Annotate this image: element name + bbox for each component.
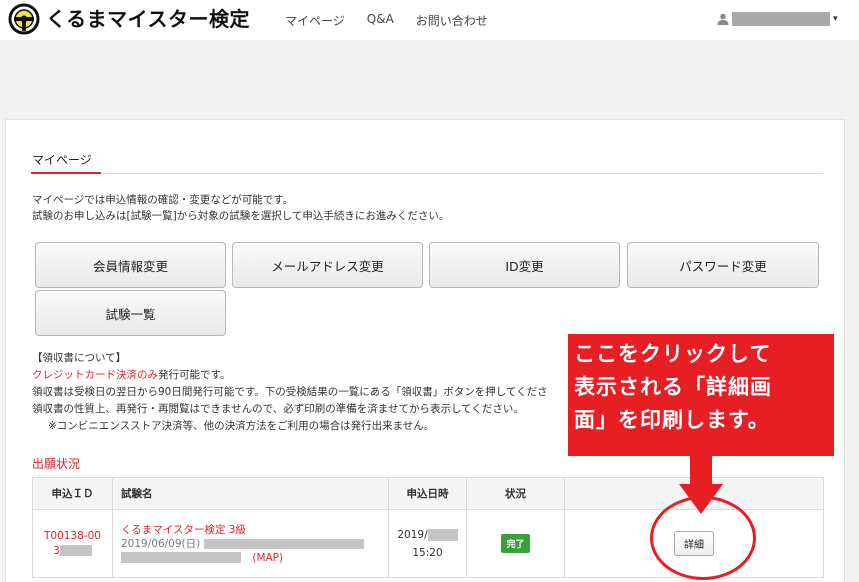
application-date: 2019/	[397, 528, 428, 541]
redacted-venue	[203, 538, 364, 549]
credit-only-note: クレジットカード決済のみ	[32, 369, 158, 381]
col-header-status: 状況	[466, 477, 565, 510]
cell-application-id: T00138-00 3	[32, 509, 113, 578]
annotation-arrow-shaft	[690, 456, 712, 486]
main-nav: マイページ Q&A お問い合わせ	[285, 12, 510, 29]
cell-application-date: 2019/ 15:20	[388, 509, 467, 578]
user-menu[interactable]: ▾	[717, 12, 838, 26]
col-header-exam: 試験名	[112, 477, 389, 510]
tab-mypage[interactable]: マイページ	[32, 151, 92, 168]
nav-qa[interactable]: Q&A	[367, 12, 394, 29]
col-header-date: 申込日時	[388, 477, 467, 510]
nav-mypage[interactable]: マイページ	[285, 12, 345, 29]
exam-list-button[interactable]: 試験一覧	[35, 290, 226, 336]
map-link[interactable]: (MAP)	[252, 552, 283, 564]
user-icon	[717, 13, 729, 25]
member-info-button[interactable]: 会員情報変更	[35, 242, 226, 288]
cell-exam-name: くるまマイスター検定 3級 2019/06/09(日) (MAP)	[112, 509, 389, 578]
redacted-date	[427, 528, 458, 541]
annotation-highlight-circle	[650, 496, 756, 580]
intro-text: マイページでは申込情報の確認・変更などが可能です。 試験のお申し込みは[試験一覧…	[32, 192, 449, 224]
annotation-line-2: 表示される「詳細画	[574, 375, 772, 399]
annotation-line-1: ここをクリックして	[574, 342, 772, 366]
logo-text: くるまマイスター検定	[46, 7, 250, 31]
annotation-line-3: 面」を印刷します。	[574, 408, 770, 432]
password-change-button[interactable]: パスワード変更	[627, 242, 819, 288]
application-time: 15:20	[412, 546, 443, 559]
intro-line-2: 試験のお申し込みは[試験一覧]から対象の試験を選択して申込手続きにお進みください…	[32, 210, 450, 222]
chevron-down-icon: ▾	[833, 14, 838, 24]
receipt-line-2: 領収書は受検日の翌日から90日間発行可能です。下の受検結果の一覧にある「領収書」…	[32, 386, 548, 398]
status-badge: 完了	[501, 534, 530, 553]
top-header: くるまマイスター検定 マイページ Q&A お問い合わせ ▾	[0, 0, 859, 40]
redacted-id	[59, 545, 92, 556]
credit-suffix: 発行可能です。	[158, 369, 231, 381]
site-logo[interactable]: くるまマイスター検定	[8, 3, 250, 35]
col-header-id: 申込ＩＤ	[32, 477, 113, 510]
nav-contact[interactable]: お問い合わせ	[416, 12, 488, 29]
annotation-callout: ここをクリックして 表示される「詳細画 面」を印刷します。	[568, 334, 834, 456]
application-id-part2: 3	[53, 544, 60, 557]
id-change-button[interactable]: ID変更	[429, 242, 620, 288]
exam-date: 2019/06/09(日)	[121, 537, 201, 550]
application-id-part1: T00138-00	[44, 529, 101, 542]
exam-name-link[interactable]: くるまマイスター検定 3級	[121, 523, 388, 537]
email-change-button[interactable]: メールアドレス変更	[232, 242, 423, 288]
receipt-info: 【領収書について】 クレジットカード決済のみ発行可能です。 領収書は受検日の翌日…	[32, 350, 572, 435]
steering-wheel-icon	[8, 3, 40, 35]
user-name-redacted	[732, 12, 830, 26]
receipt-line-1: クレジットカード決済のみ発行可能です。	[32, 367, 572, 384]
redacted-address	[121, 552, 241, 563]
receipt-line-3: 領収書の性質上、再発行・再閲覧はできませんので、必ず印刷の準備を済ませてから表示…	[32, 403, 524, 415]
receipt-heading: 【領収書について】	[32, 352, 127, 364]
cell-status: 完了	[466, 509, 565, 578]
applications-title: 出願状況	[32, 457, 81, 471]
tab-divider	[31, 173, 823, 174]
receipt-line-4: ※コンビニエンスストア決済等、他の決済方法をご利用の場合は発行出来ません。	[48, 420, 435, 432]
tab-active-indicator	[31, 172, 101, 174]
intro-line-1: マイページでは申込情報の確認・変更などが可能です。	[32, 194, 294, 206]
